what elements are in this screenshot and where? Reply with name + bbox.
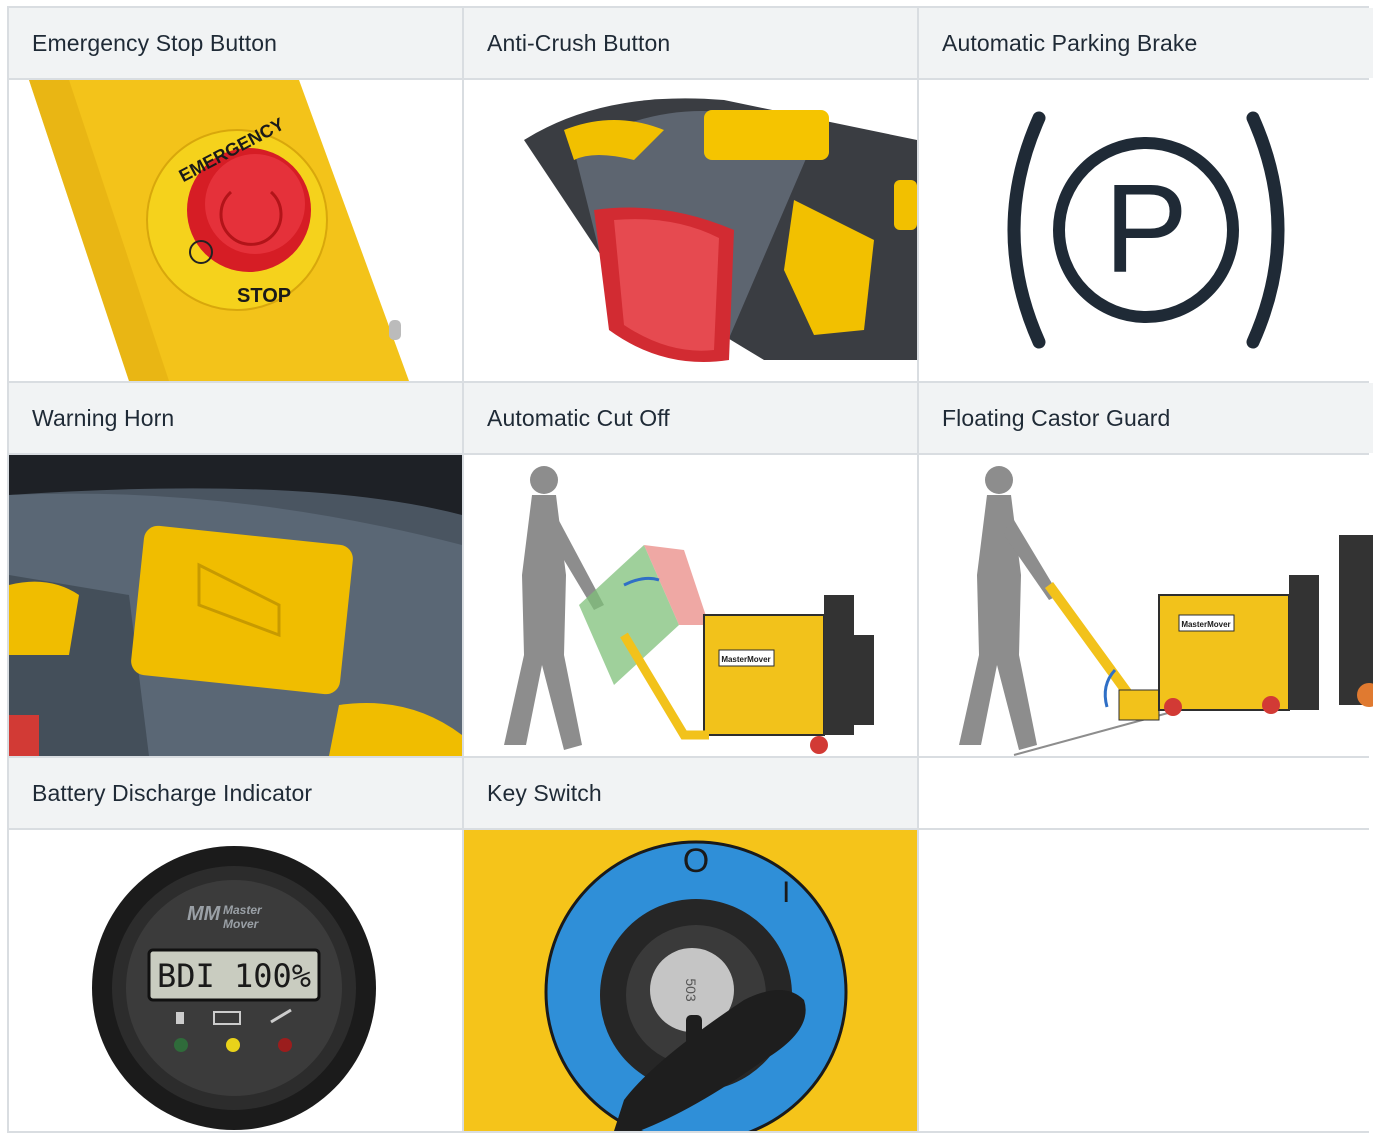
key-position-on: I (782, 876, 790, 909)
header-key-switch: Key Switch (464, 758, 917, 828)
bdi-readout: BDI 100% (157, 957, 311, 995)
header-castor-guard: Floating Castor Guard (919, 383, 1373, 453)
header-emergency-stop: Emergency Stop Button (9, 8, 462, 78)
anti-crush-image (464, 80, 917, 381)
header-parking-brake: Automatic Parking Brake (919, 8, 1373, 78)
empty-header-slot (919, 758, 1373, 828)
header-anti-crush: Anti-Crush Button (464, 8, 917, 78)
emergency-stop-image: EMERGENCY STOP (9, 80, 462, 381)
battery-indicator-image: MM Master Mover BDI 100% (9, 830, 462, 1131)
bdi-brand-mover: Mover (223, 917, 260, 931)
header-warning-horn: Warning Horn (9, 383, 462, 453)
stop-label: STOP (237, 285, 291, 307)
key-switch-image: O I 503 (464, 830, 917, 1131)
bdi-brand-master: Master (223, 903, 263, 917)
cut-off-brand-badge: MasterMover (721, 655, 770, 664)
key-position-off: O (683, 842, 709, 880)
empty-image-slot (919, 830, 1373, 1131)
header-cut-off: Automatic Cut Off (464, 383, 917, 453)
parking-brake-icon: P (919, 80, 1373, 381)
safety-features-grid: Emergency Stop Button Anti-Crush Button … (7, 6, 1373, 1133)
horn-image (9, 455, 462, 756)
key-code: 503 (683, 978, 699, 1002)
cut-off-diagram: MasterMover (464, 455, 917, 756)
parking-p-symbol: P (1104, 158, 1188, 299)
castor-brand-badge: MasterMover (1181, 620, 1230, 629)
svg-text:MM: MM (187, 903, 222, 925)
castor-guard-diagram: MasterMover (919, 455, 1373, 756)
header-battery-indicator: Battery Discharge Indicator (9, 758, 462, 828)
